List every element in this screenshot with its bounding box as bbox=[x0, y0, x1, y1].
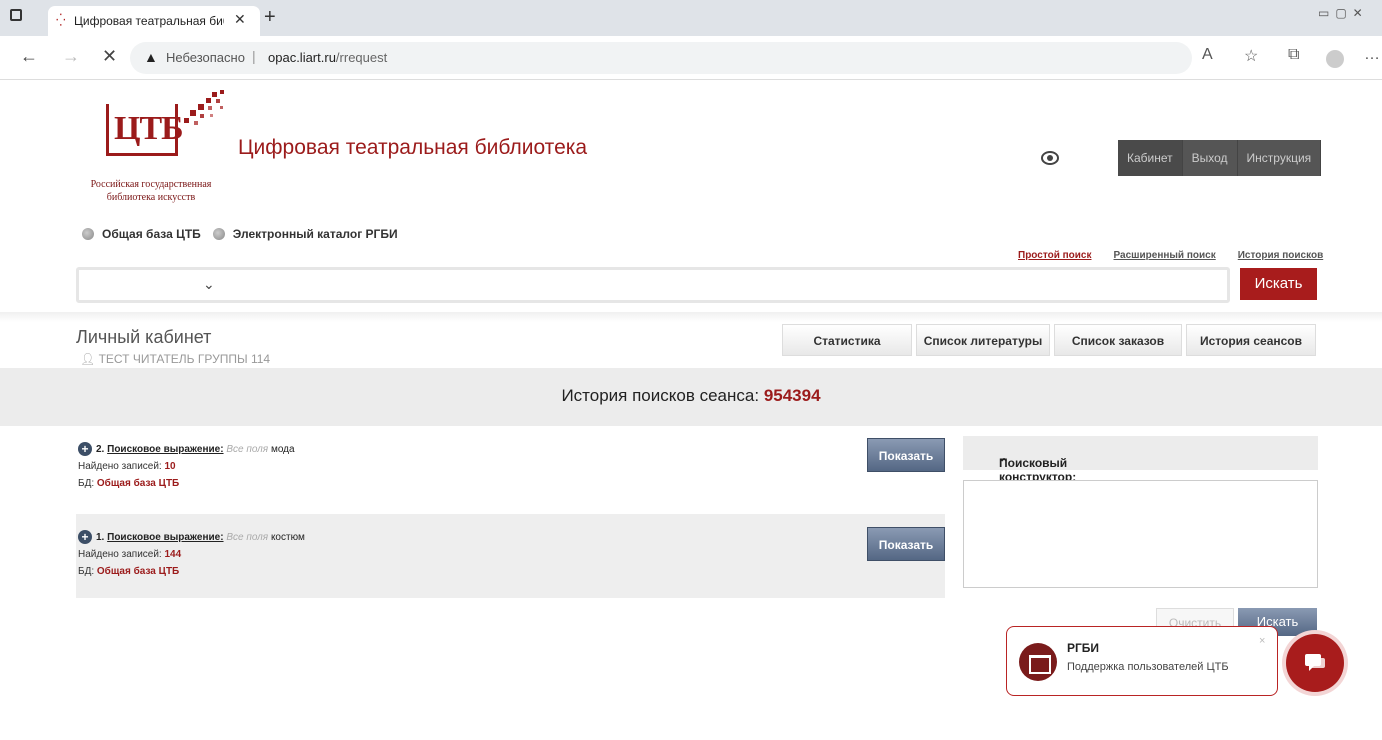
history-entry: + 2. Поисковое выражение: Все поля мода … bbox=[76, 430, 945, 514]
nav-instructions[interactable]: Инструкция bbox=[1237, 140, 1322, 176]
expand-icon[interactable]: + bbox=[78, 530, 92, 544]
entry-label[interactable]: Поисковое выражение: bbox=[107, 444, 223, 455]
url-text: opac.liart.ru/rrequest bbox=[268, 50, 387, 65]
found-label: Найдено записей: bbox=[78, 461, 162, 472]
chat-name: РГБИ bbox=[1067, 641, 1100, 655]
expand-icon[interactable]: + bbox=[78, 442, 92, 456]
site-title: Цифровая театральная библиотека bbox=[238, 136, 588, 159]
tab-session-history[interactable]: История сеансов bbox=[1186, 324, 1316, 356]
entry-num: 1. bbox=[96, 532, 105, 543]
favorite-icon[interactable]: ☆ bbox=[1244, 46, 1258, 66]
nav-logout[interactable]: Выход bbox=[1182, 140, 1238, 176]
insecure-label: Небезопасно bbox=[166, 50, 245, 65]
entry-found: Найдено записей: 144 bbox=[78, 549, 181, 560]
chevron-down-icon[interactable]: ⌄ bbox=[203, 276, 215, 293]
source-selector: Общая база ЦТБ Электронный каталог РГБИ bbox=[82, 227, 398, 241]
entry-expression: 2. Поисковое выражение: Все поля мода bbox=[96, 444, 295, 455]
entry-field: Все поля bbox=[226, 444, 269, 455]
entry-db: БД: Общая база ЦТБ bbox=[78, 478, 179, 489]
found-count: 10 bbox=[164, 461, 176, 472]
chat-description: Поддержка пользователей ЦТБ bbox=[1067, 661, 1229, 673]
radio-general-db[interactable] bbox=[82, 228, 94, 240]
more-icon[interactable]: … bbox=[1364, 46, 1380, 64]
cabinet-tabs: Статистика Список литературы Список зака… bbox=[782, 324, 1316, 356]
forward-icon[interactable]: → bbox=[62, 46, 80, 67]
history-entry: + 1. Поисковое выражение: Все поля костю… bbox=[76, 514, 945, 598]
cabinet-title: Личный кабинет bbox=[76, 327, 212, 347]
tab-bibliography[interactable]: Список литературы bbox=[916, 324, 1050, 356]
close-tab-icon[interactable]: ✕ bbox=[234, 11, 246, 28]
found-label: Найдено записей: bbox=[78, 549, 162, 560]
header-divider bbox=[0, 312, 1382, 322]
user-icon: 👤︎ bbox=[80, 352, 99, 366]
chat-avatar bbox=[1019, 643, 1057, 681]
db-name: Общая база ЦТБ bbox=[96, 566, 180, 577]
user-name-text: ТЕСТ ЧИТАТЕЛЬ ГРУППЫ 114 bbox=[98, 352, 271, 366]
session-history-band: История поисков сеанса: 954394 bbox=[0, 368, 1382, 426]
entry-label[interactable]: Поисковое выражение: bbox=[107, 532, 223, 543]
chat-icon bbox=[1305, 654, 1325, 671]
header-nav: Кабинет Выход Инструкция bbox=[1118, 140, 1322, 176]
new-tab-icon[interactable]: + bbox=[264, 6, 276, 29]
library-logo[interactable]: ЦТБ Российская государственная библиотек… bbox=[76, 90, 226, 210]
db-label: БД: bbox=[78, 478, 95, 489]
nav-cabinet[interactable]: Кабинет bbox=[1118, 140, 1183, 176]
accessibility-eye-icon[interactable] bbox=[1040, 150, 1060, 166]
user-name: 👤︎ ТЕСТ ЧИТАТЕЛЬ ГРУППЫ 114 bbox=[80, 352, 270, 366]
logo-caption: Российская государственная библиотека ис… bbox=[90, 179, 212, 203]
search-history-link[interactable]: История поисков bbox=[1238, 250, 1323, 261]
tab-title: Цифровая театральная библиотека bbox=[74, 14, 224, 28]
window-controls[interactable]: ▭▢✕ bbox=[1318, 6, 1369, 20]
radio-general-db-label[interactable]: Общая база ЦТБ bbox=[102, 227, 201, 241]
constructor-textarea[interactable] bbox=[963, 480, 1318, 588]
favicon-icon: ⁛ bbox=[56, 13, 66, 27]
session-history-heading: История поисков сеанса: 954394 bbox=[0, 386, 1382, 406]
search-button[interactable]: Искать bbox=[1240, 268, 1317, 300]
radio-rgbi-catalog[interactable] bbox=[212, 228, 225, 240]
close-icon[interactable]: × bbox=[1259, 635, 1265, 647]
entry-query: костюм bbox=[270, 532, 305, 543]
search-input[interactable]: ⌄ bbox=[76, 267, 1230, 303]
entry-expression: 1. Поисковое выражение: Все поля костюм bbox=[96, 532, 305, 543]
tab-actions-icon[interactable] bbox=[10, 9, 22, 21]
search-mode-links: Простой поиск Расширенный поиск История … bbox=[1018, 250, 1323, 261]
radio-rgbi-catalog-label[interactable]: Электронный каталог РГБИ bbox=[233, 227, 398, 241]
search-constructor-header[interactable]: ⌃ Поисковый конструктор: bbox=[963, 436, 1318, 484]
warning-icon: ▲ bbox=[144, 49, 158, 65]
url-separator: | bbox=[252, 48, 256, 64]
logo-pixels-icon bbox=[184, 90, 224, 125]
chat-popup[interactable]: РГБИ Поддержка пользователей ЦТБ × bbox=[1006, 626, 1278, 696]
db-label: БД: bbox=[78, 566, 95, 577]
profile-icon[interactable] bbox=[1326, 50, 1344, 68]
entry-db: БД: Общая база ЦТБ bbox=[78, 566, 179, 577]
read-aloud-icon[interactable]: A bbox=[1202, 46, 1213, 64]
entry-num: 2. bbox=[96, 444, 105, 455]
entry-field: Все поля bbox=[226, 532, 269, 543]
url-field[interactable]: ▲ Небезопасно | opac.liart.ru/rrequest bbox=[130, 42, 1192, 74]
entry-query: мода bbox=[270, 444, 295, 455]
chat-button[interactable] bbox=[1286, 634, 1344, 692]
show-button[interactable]: Показать bbox=[867, 438, 945, 472]
advanced-search-link[interactable]: Расширенный поиск bbox=[1114, 250, 1216, 261]
tab-orders[interactable]: Список заказов bbox=[1054, 324, 1182, 356]
db-name: Общая база ЦТБ bbox=[96, 478, 180, 489]
entry-found: Найдено записей: 10 bbox=[78, 461, 176, 472]
show-button[interactable]: Показать bbox=[867, 527, 945, 561]
url-host: opac.liart.ru bbox=[268, 50, 336, 65]
found-count: 144 bbox=[164, 549, 182, 560]
collections-icon[interactable]: ⧉ bbox=[1288, 46, 1299, 64]
tab-statistics[interactable]: Статистика bbox=[782, 324, 912, 356]
logo-text: ЦТБ bbox=[114, 110, 184, 147]
simple-search-link[interactable]: Простой поиск bbox=[1018, 250, 1092, 261]
back-icon[interactable]: ← bbox=[20, 46, 38, 67]
stop-icon[interactable]: ✕ bbox=[102, 46, 117, 67]
url-path: /rrequest bbox=[335, 50, 388, 65]
session-id: 954394 bbox=[763, 386, 821, 405]
heading-text: История поисков сеанса: bbox=[561, 386, 760, 405]
browser-tab[interactable]: ⁛ Цифровая театральная библиотека ✕ bbox=[48, 6, 260, 36]
